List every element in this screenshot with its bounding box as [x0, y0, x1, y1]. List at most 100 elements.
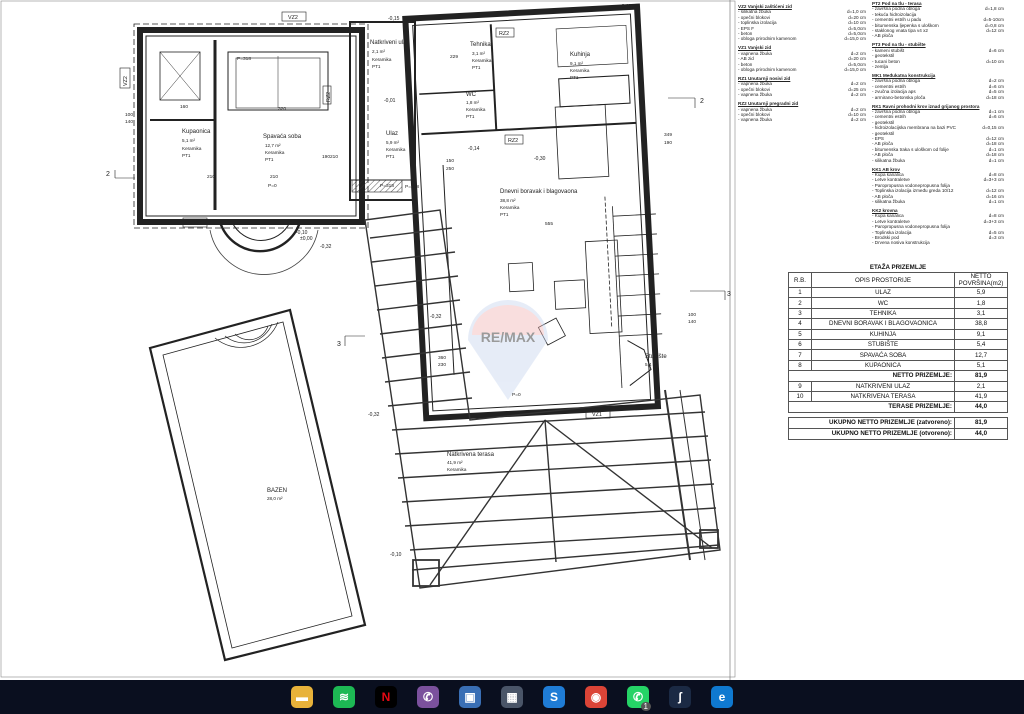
table-cell-rb: 2 — [788, 297, 812, 309]
legend-block: KK2 krovna - Kupa kanalica d=8 cm - Letve k… — [872, 208, 1004, 246]
svg-text:250: 250 — [446, 166, 454, 172]
fusion-taskbar-button[interactable]: ʃ — [663, 680, 697, 714]
svg-text:5,4 m²: 5,4 m² — [645, 362, 658, 367]
svg-text:RZ2: RZ2 — [499, 31, 509, 37]
table-cell-rb: 1 — [788, 286, 812, 299]
table-row: 10 NATKRIVENA TERASA 41,9 — [788, 390, 1008, 403]
legend-layer: - silikatna žbuka d=1 cm — [872, 199, 1004, 205]
table-cell-rb: 6 — [788, 338, 812, 351]
legend-block: KK1 AB krov - Kupa kanalica d=8 cm - Letve … — [872, 167, 1004, 205]
table-cell-rb: 9 — [788, 380, 812, 392]
svg-text:230: 230 — [438, 362, 446, 368]
table-row: 9 NATKRIVENI ULAZ 2,1 — [788, 380, 1008, 392]
svg-text:Keramika: Keramika — [472, 58, 492, 63]
table-cell-area: 5,9 — [954, 286, 1008, 299]
legend-block: PT2 Pod na tlu - terasa - završna podna o… — [872, 1, 1004, 39]
terrace-label: TERASE PRIZEMLJE: — [788, 401, 955, 413]
remote-desktop-icon: ▣ — [459, 686, 481, 708]
svg-text:-0,10: -0,10 — [390, 552, 402, 558]
taskbar: ▬ ≋ N ✆ ▣ ▦ S ◉ ✆ 1 ʃ e — [0, 680, 1024, 714]
svg-text:-0,30: -0,30 — [534, 156, 546, 162]
svg-text:12,7 m²: 12,7 m² — [265, 143, 281, 148]
svg-text:VZ2: VZ2 — [288, 15, 298, 21]
total-open-label: UKUPNO NETTO PRIZEMLJE (otvoreno): — [788, 427, 955, 440]
svg-text:210: 210 — [270, 174, 278, 180]
table-cell-area: 5,4 — [954, 338, 1008, 351]
table-cell-rb: 4 — [788, 318, 812, 330]
table-row: 2 WC 1,8 — [788, 297, 1008, 309]
legend-layer: - obloga prirodnim kamenom d=15,0 cm — [738, 67, 866, 73]
svg-text:210: 210 — [330, 154, 338, 160]
area-table: ETAŽA PRIZEMLJE R.B. OPIS PROSTORIJE NET… — [788, 262, 1008, 440]
svg-text:150: 150 — [446, 158, 454, 164]
spotify-taskbar-button[interactable]: ≋ — [327, 680, 361, 714]
svg-text:360: 360 — [438, 355, 446, 361]
file-explorer-icon: ▬ — [291, 686, 313, 708]
table-cell-area: 3,1 — [954, 307, 1008, 320]
table-cell-desc: TEHNIKA — [811, 307, 955, 320]
total-open-value: 44,0 — [954, 427, 1008, 440]
legend-block: VZ2 Vanjski zaštićeni zid - silikatna žbu… — [738, 4, 866, 42]
svg-text:-0,14: -0,14 — [468, 146, 480, 152]
svg-text:349: 349 — [664, 132, 672, 138]
table-header-area: NETTO POVRŠINA(m2) — [954, 272, 1008, 288]
table-cell-rb: 10 — [788, 390, 812, 403]
svg-text:100: 100 — [125, 112, 133, 118]
spotify-icon: ≋ — [333, 686, 355, 708]
svg-text:P=318: P=318 — [380, 183, 394, 189]
remax-watermark: RE/MAX — [468, 300, 548, 400]
legend-block: VZ1 Vanjski zid - vapnena žbuka d=2 cm - AB… — [738, 45, 866, 72]
legend-layer: - AB ploča — [872, 33, 893, 39]
svg-text:±0,00: ±0,00 — [300, 236, 313, 242]
svg-text:100: 100 — [688, 312, 696, 318]
svg-text:2: 2 — [106, 171, 110, 178]
svg-text:Keramika: Keramika — [182, 146, 202, 151]
svg-text:-0,01: -0,01 — [384, 98, 396, 104]
room-name: Natkrivena terasa — [447, 452, 495, 458]
svg-text:PT1: PT1 — [500, 212, 509, 217]
viber-taskbar-button[interactable]: ✆ — [411, 680, 445, 714]
room-labels: Natkriveni ulaz 2,1 m² Keramika PT1 Tehn… — [182, 40, 667, 501]
svg-text:PT1: PT1 — [570, 75, 579, 80]
remote-desktop-taskbar-button[interactable]: ▣ — [453, 680, 487, 714]
table-row: 4 DNEVNI BORAVAK I BLAGOVAONICA 38,8 — [788, 318, 1008, 330]
sheet-frame — [0, 0, 736, 678]
netflix-taskbar-button[interactable]: N — [369, 680, 403, 714]
svg-text:9,1 m²: 9,1 m² — [570, 61, 583, 66]
table-title: ETAŽA PRIZEMLJE — [869, 263, 927, 271]
legend-layer: - obloga prirodnim kamenom d=15,0 cm — [738, 36, 866, 42]
edge-taskbar-button[interactable]: e — [705, 680, 739, 714]
calculator-taskbar-button[interactable]: ▦ — [495, 680, 529, 714]
chrome-taskbar-button[interactable]: ◉ — [579, 680, 613, 714]
svg-text:PT1: PT1 — [265, 157, 274, 162]
table-cell-rb: 5 — [788, 328, 812, 340]
table-cell-area: 38,8 — [954, 318, 1008, 330]
table-row: 7 SPAVAĆA SOBA 12,7 — [788, 349, 1008, 361]
svg-text:P=0: P=0 — [268, 183, 277, 189]
chrome-icon: ◉ — [585, 686, 607, 708]
svg-text:Keramika: Keramika — [372, 57, 392, 62]
table-cell-rb: 3 — [788, 307, 812, 320]
table-cell-area: 12,7 — [954, 349, 1008, 361]
svg-text:229: 229 — [450, 54, 458, 60]
svg-text:140: 140 — [125, 119, 133, 125]
file-explorer-taskbar-button[interactable]: ▬ — [285, 680, 319, 714]
svg-text:P=318: P=318 — [237, 56, 251, 62]
viber-icon: ✆ — [417, 686, 439, 708]
legend-layer: - zemlja — [872, 64, 889, 70]
svg-text:320: 320 — [278, 106, 286, 112]
table-cell-desc: KUHINJA — [811, 328, 955, 340]
table-cell-desc: NATKRIVENI ULAZ — [811, 380, 955, 392]
room-name: Spavaća soba — [263, 134, 302, 140]
room-name: Kupaonica — [182, 129, 211, 135]
legend-layer: - silikatna žbuka d=1 cm — [872, 157, 1004, 163]
table-cell-desc: STUBIŠTE — [811, 338, 955, 351]
svg-text:VZ2: VZ2 — [189, 221, 199, 227]
skype-taskbar-button[interactable]: S — [537, 680, 571, 714]
svg-text:PT1: PT1 — [466, 114, 475, 119]
svg-text:P=0: P=0 — [512, 392, 521, 398]
whatsapp-taskbar-button[interactable]: ✆ 1 — [621, 680, 655, 714]
svg-text:Keramika: Keramika — [570, 68, 590, 73]
legend-block: RZ1 Unutarnji nosivi zid - vapnena žbuka d… — [738, 76, 866, 98]
table-row: 1 ULAZ 5,9 — [788, 286, 1008, 299]
